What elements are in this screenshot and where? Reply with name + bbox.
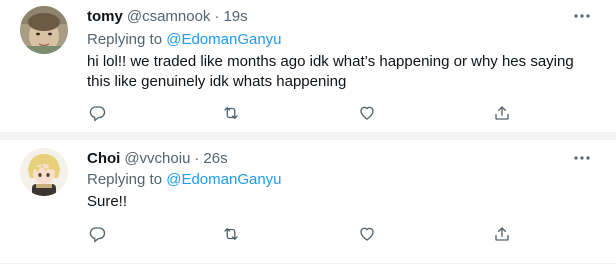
tweet-text-line: Sure!! (87, 193, 128, 210)
tweet-text-line: this like genuinely idk whats happening (87, 73, 347, 90)
more-icon[interactable] (572, 148, 592, 168)
tweet-actions (87, 224, 587, 244)
tweet-2[interactable]: Choi @vvchoiu · 26s Replying to @EdomanG… (0, 140, 616, 264)
avatar-anime-icon (20, 148, 68, 196)
tweet-header: Choi @vvchoiu · 26s (87, 148, 228, 168)
replying-to: Replying to @EdomanGanyu (87, 31, 282, 48)
user-handle[interactable]: @vvchoiu (124, 150, 190, 167)
display-name[interactable]: tomy (87, 8, 123, 25)
tweet-text: Sure!! (87, 192, 597, 212)
share-icon[interactable] (492, 224, 512, 244)
reply-icon[interactable] (87, 224, 107, 244)
replying-prefix: Replying to (87, 31, 163, 48)
avatar-photo-icon (20, 6, 68, 54)
tweet-text: hi lol!! we traded like months ago idk w… (87, 52, 597, 92)
bottom-border (0, 263, 616, 264)
avatar-tomy[interactable] (20, 6, 68, 54)
replying-prefix: Replying to (87, 171, 163, 188)
reply-icon[interactable] (87, 103, 107, 123)
heart-icon[interactable] (357, 103, 377, 123)
replying-to: Replying to @EdomanGanyu (87, 171, 282, 188)
share-icon[interactable] (492, 103, 512, 123)
display-name[interactable]: Choi (87, 150, 120, 167)
user-handle[interactable]: @csamnook (127, 8, 211, 25)
replying-to-link[interactable]: @EdomanGanyu (166, 171, 281, 188)
heart-icon[interactable] (357, 224, 377, 244)
more-icon[interactable] (572, 6, 592, 26)
tweet-actions (87, 103, 587, 123)
header-separator: · (214, 7, 220, 25)
tweet-text-line: hi lol!! we traded like months ago idk w… (87, 53, 574, 70)
retweet-icon[interactable] (221, 224, 241, 244)
retweet-icon[interactable] (221, 103, 241, 123)
tweet-timestamp[interactable]: 26s (203, 150, 227, 167)
replying-to-link[interactable]: @EdomanGanyu (166, 31, 281, 48)
tweet-1[interactable]: tomy @csamnook · 19s Replying to @Edoman… (0, 0, 616, 132)
thread-divider (0, 132, 616, 140)
header-separator: · (194, 149, 200, 167)
tweet-header: tomy @csamnook · 19s (87, 6, 248, 26)
tweet-timestamp[interactable]: 19s (223, 8, 247, 25)
avatar-choi[interactable] (20, 148, 68, 196)
